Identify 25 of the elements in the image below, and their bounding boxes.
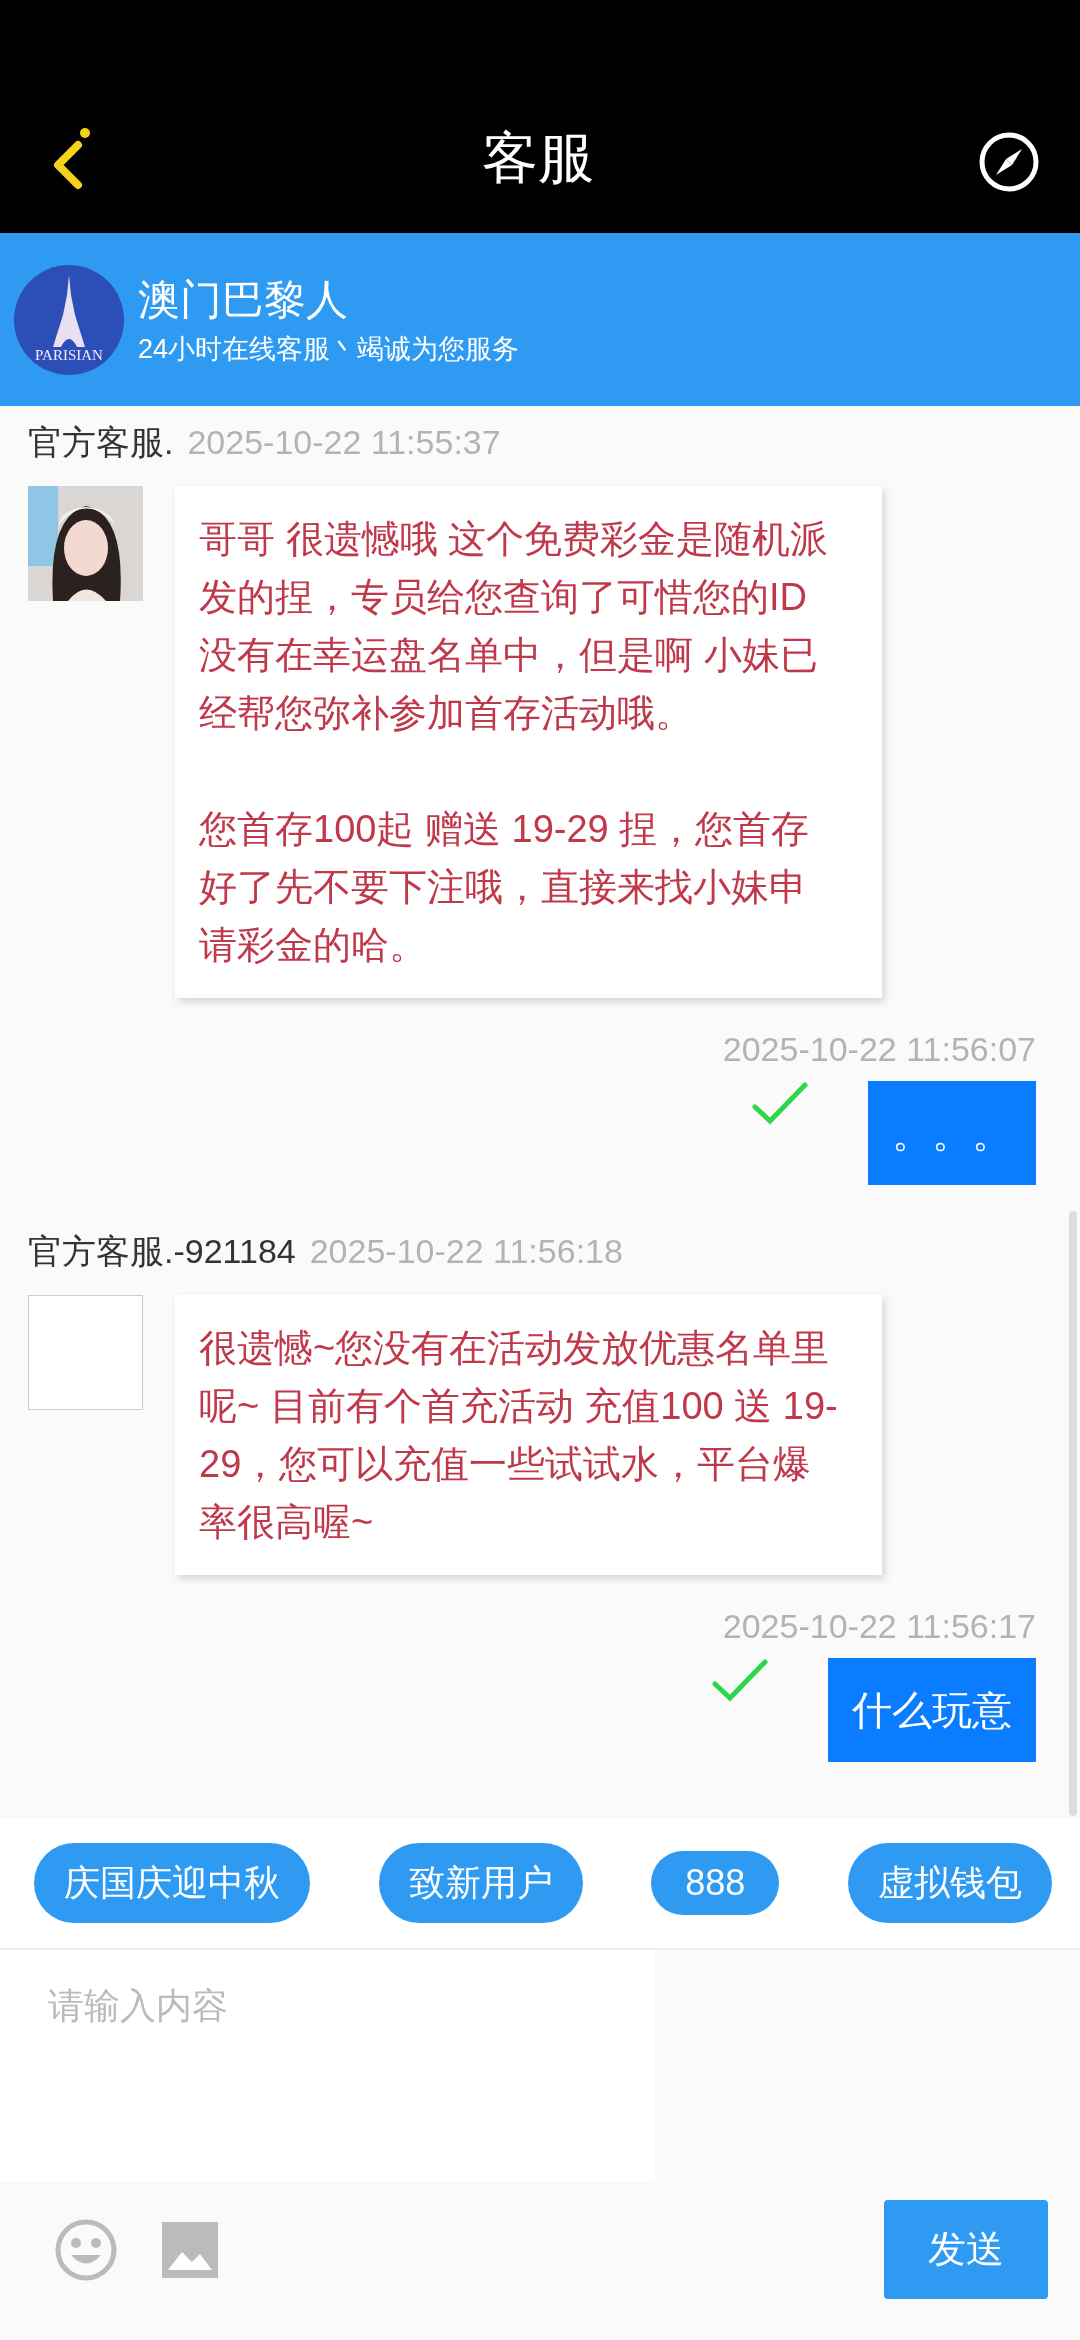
emoji-icon[interactable] [54, 2217, 118, 2282]
service-tagline: 24小时在线客服丶竭诚为您服务 [138, 332, 520, 365]
message-time: 2025-10-22 11:55:37 [187, 423, 501, 462]
quick-reply-button[interactable]: 庆国庆迎中秋 [34, 1843, 310, 1923]
service-name: 澳门巴黎人 [138, 274, 349, 325]
compass-icon[interactable] [978, 131, 1040, 193]
send-button[interactable]: 发送 [884, 2200, 1048, 2299]
message-bubble: 。。。 [868, 1081, 1036, 1185]
message-text: 您首存100起 赠送 19-29 捏，您首存好了先不要下注哦，直接来找小妹申请彩金的哈。 [199, 807, 811, 968]
sender-name: 官方客服. [28, 422, 174, 463]
message-time: 2025-10-22 11:56:18 [309, 1232, 623, 1271]
message-bubble: 什么玩意 [828, 1658, 1036, 1762]
logo-text: PARISIAN [35, 346, 103, 363]
message-time: 2025-10-22 11:56:17 [722, 1607, 1036, 1646]
message-time: 2025-10-22 11:56:07 [722, 1030, 1036, 1069]
scrollbar[interactable] [1069, 1211, 1077, 1816]
quick-reply-button[interactable]: 虚拟钱包 [848, 1843, 1052, 1923]
image-icon[interactable] [162, 2221, 218, 2278]
sender-name: 官方客服.-921184 [28, 1231, 296, 1272]
page-title: 客服 [482, 125, 594, 191]
message-text: 哥哥 很遗憾哦 这个免费彩金是随机派发的捏，专员给您查询了可惜您的ID没有在幸运盘名单中，但是啊 小妹已经帮您弥补参加首存活动哦。 [199, 517, 830, 736]
message-input[interactable]: 请输入内容 [0, 1950, 655, 2182]
quick-reply-button[interactable]: 888 [651, 1851, 780, 1915]
message-text: 很遗憾~您没有在活动发放优惠名单里呢~ 目前有个首充活动 充值100 送 19-29，您可以充值一些试试水，平台爆率很高喔~ [199, 1326, 839, 1545]
quick-reply-button[interactable]: 致新用户 [378, 1843, 583, 1923]
